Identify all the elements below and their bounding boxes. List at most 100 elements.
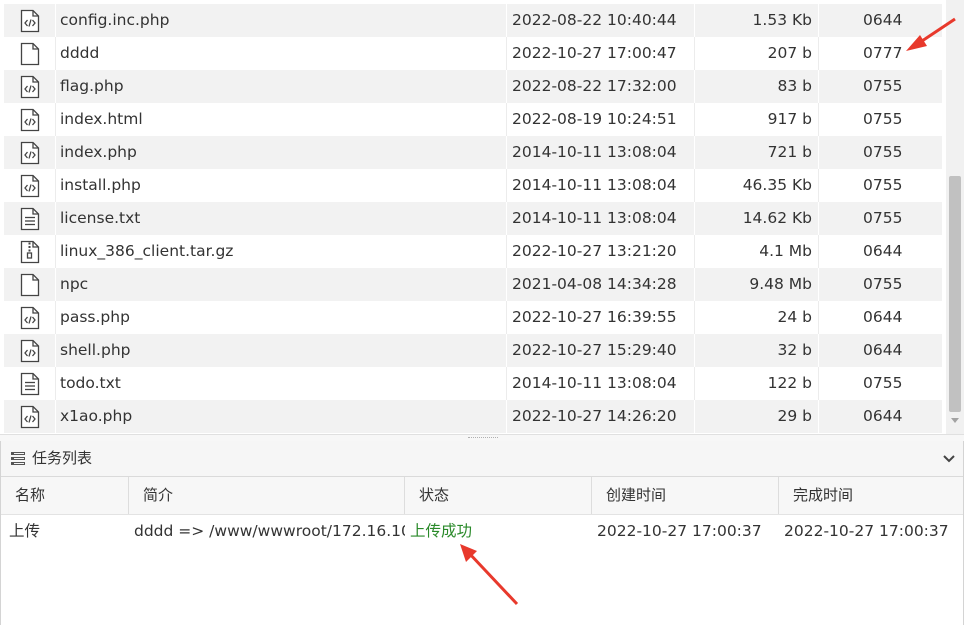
task-name: 上传: [9, 522, 41, 540]
file-row[interactable]: flag.php 2022-08-22 17:32:00 83 b 0755: [4, 70, 942, 103]
file-icon-cell[interactable]: [12, 70, 52, 103]
file-permission[interactable]: 0755: [818, 268, 942, 301]
code-file-icon[interactable]: [20, 141, 40, 165]
task-panel-title: 任务列表: [32, 449, 93, 467]
file-modified-date: 2022-08-22 17:32:00: [506, 70, 694, 103]
file-icon-cell[interactable]: [12, 103, 52, 136]
file-name[interactable]: todo.txt: [55, 367, 505, 400]
file-size: 122 b: [694, 367, 818, 400]
file-row[interactable]: npc 2021-04-08 14:34:28 9.48 Mb 0755: [4, 268, 942, 301]
code-file-icon[interactable]: [20, 9, 40, 33]
file-name[interactable]: linux_386_client.tar.gz: [55, 235, 505, 268]
column-header-done[interactable]: 完成时间: [779, 477, 963, 514]
code-file-icon[interactable]: [20, 174, 40, 198]
file-icon-cell[interactable]: [12, 400, 52, 433]
file-icon-cell[interactable]: [12, 202, 52, 235]
file-permission[interactable]: 0644: [818, 400, 942, 433]
file-modified-date: 2021-04-08 14:34:28: [506, 268, 694, 301]
file-row[interactable]: index.php 2014-10-11 13:08:04 721 b 0755: [4, 136, 942, 169]
file-manager: config.inc.php 2022-08-22 10:40:44 1.53 Kb…: [0, 0, 964, 625]
code-file-icon[interactable]: [20, 108, 40, 132]
file-modified-date: 2022-10-27 14:26:20: [506, 400, 694, 433]
file-name[interactable]: pass.php: [55, 301, 505, 334]
file-size: 721 b: [694, 136, 818, 169]
code-file-icon[interactable]: [20, 75, 40, 99]
file-icon-cell[interactable]: [12, 268, 52, 301]
blank-file-icon[interactable]: [20, 42, 40, 66]
file-permission[interactable]: 0644: [818, 235, 942, 268]
file-icon-cell[interactable]: [12, 4, 52, 37]
file-row[interactable]: x1ao.php 2022-10-27 14:26:20 29 b 0644: [4, 400, 942, 433]
file-permission[interactable]: 0755: [818, 202, 942, 235]
file-modified-date: 2022-10-27 13:21:20: [506, 235, 694, 268]
task-panel-header[interactable]: 任务列表: [1, 441, 963, 477]
file-permission[interactable]: 0644: [818, 334, 942, 367]
file-permission[interactable]: 0755: [818, 169, 942, 202]
splitter-grip-icon[interactable]: [468, 437, 498, 440]
pane-splitter[interactable]: [0, 434, 964, 441]
file-name[interactable]: shell.php: [55, 334, 505, 367]
file-row[interactable]: license.txt 2014-10-11 13:08:04 14.62 Kb 07…: [4, 202, 942, 235]
file-name[interactable]: index.html: [55, 103, 505, 136]
task-status: 上传成功: [410, 522, 473, 540]
file-icon-cell[interactable]: [12, 136, 52, 169]
file-size: 1.53 Kb: [694, 4, 818, 37]
code-file-icon[interactable]: [20, 405, 40, 429]
column-header-status[interactable]: 状态: [405, 477, 592, 514]
text-file-icon[interactable]: [20, 372, 40, 396]
task-list-icon: [11, 452, 25, 465]
file-icon-cell[interactable]: [12, 334, 52, 367]
file-name[interactable]: x1ao.php: [55, 400, 505, 433]
file-icon-cell[interactable]: [12, 235, 52, 268]
file-size: 46.35 Kb: [694, 169, 818, 202]
file-modified-date: 2022-10-27 16:39:55: [506, 301, 694, 334]
file-name[interactable]: license.txt: [55, 202, 505, 235]
file-icon-cell[interactable]: [12, 301, 52, 334]
file-permission[interactable]: 0644: [818, 4, 942, 37]
file-permission[interactable]: 0755: [818, 136, 942, 169]
file-size: 9.48 Mb: [694, 268, 818, 301]
file-name[interactable]: index.php: [55, 136, 505, 169]
file-list: config.inc.php 2022-08-22 10:40:44 1.53 Kb…: [0, 0, 964, 434]
file-row[interactable]: install.php 2014-10-11 13:08:04 46.35 Kb 07…: [4, 169, 942, 202]
column-header-name[interactable]: 名称: [1, 477, 129, 514]
file-permission[interactable]: 0755: [818, 367, 942, 400]
file-permission[interactable]: 0644: [818, 301, 942, 334]
collapse-chevron-icon[interactable]: [943, 454, 955, 464]
file-name[interactable]: install.php: [55, 169, 505, 202]
column-header-desc[interactable]: 简介: [129, 477, 405, 514]
file-permission[interactable]: 0777: [818, 37, 942, 70]
file-permission[interactable]: 0755: [818, 70, 942, 103]
column-header-created[interactable]: 创建时间: [592, 477, 779, 514]
blank-file-icon[interactable]: [20, 273, 40, 297]
file-name[interactable]: config.inc.php: [55, 4, 505, 37]
file-name[interactable]: flag.php: [55, 70, 505, 103]
text-file-icon[interactable]: [20, 207, 40, 231]
file-row[interactable]: shell.php 2022-10-27 15:29:40 32 b 0644: [4, 334, 942, 367]
file-icon-cell[interactable]: [12, 37, 52, 70]
task-row[interactable]: 上传 dddd => /www/wwwroot/172.16.100 上传成功 …: [1, 515, 963, 548]
file-size: 917 b: [694, 103, 818, 136]
code-file-icon[interactable]: [20, 306, 40, 330]
file-row[interactable]: index.html 2022-08-19 10:24:51 917 b 0755: [4, 103, 942, 136]
task-created-time: 2022-10-27 17:00:37: [597, 522, 762, 540]
file-icon-cell[interactable]: [12, 367, 52, 400]
file-row[interactable]: dddd 2022-10-27 17:00:47 207 b 0777: [4, 37, 942, 70]
archive-file-icon[interactable]: [20, 240, 40, 264]
scrollbar-thumb[interactable]: [949, 176, 961, 412]
file-size: 4.1 Mb: [694, 235, 818, 268]
file-row[interactable]: pass.php 2022-10-27 16:39:55 24 b 0644: [4, 301, 942, 334]
code-file-icon[interactable]: [20, 339, 40, 363]
file-permission[interactable]: 0755: [818, 103, 942, 136]
file-icon-cell[interactable]: [12, 169, 52, 202]
file-size: 14.62 Kb: [694, 202, 818, 235]
file-row[interactable]: config.inc.php 2022-08-22 10:40:44 1.53 Kb…: [4, 4, 942, 37]
scroll-down-arrow-icon[interactable]: [951, 418, 959, 423]
file-row[interactable]: linux_386_client.tar.gz 2022-10-27 13:21:…: [4, 235, 942, 268]
file-name[interactable]: npc: [55, 268, 505, 301]
file-row[interactable]: todo.txt 2014-10-11 13:08:04 122 b 0755: [4, 367, 942, 400]
file-name[interactable]: dddd: [55, 37, 505, 70]
task-done-time: 2022-10-27 17:00:37: [784, 522, 949, 540]
file-modified-date: 2022-10-27 17:00:47: [506, 37, 694, 70]
vertical-scrollbar[interactable]: [946, 0, 964, 434]
